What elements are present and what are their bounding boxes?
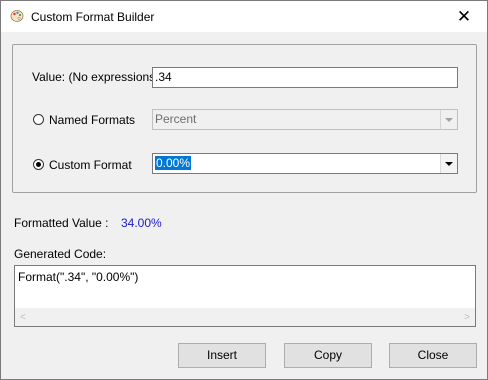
chevron-down-icon <box>445 118 453 122</box>
named-formats-selected: Percent <box>155 112 197 126</box>
value-label: Value: (No expressions) <box>32 70 160 84</box>
insert-button[interactable]: Insert <box>178 343 266 368</box>
named-formats-radio[interactable] <box>33 114 44 125</box>
formatted-value-label: Formatted Value : <box>14 216 109 230</box>
copy-button[interactable]: Copy <box>284 343 372 368</box>
custom-format-dropdown-button[interactable] <box>440 154 457 173</box>
generated-code-text: Format(".34", "0.00%") <box>18 270 139 284</box>
custom-format-label: Custom Format <box>49 158 132 172</box>
custom-format-selected[interactable]: 0.00% <box>155 156 192 170</box>
named-formats-label: Named Formats <box>49 113 136 127</box>
custom-format-builder-window: Custom Format Builder ✕ Value: (No expre… <box>0 0 488 380</box>
horizontal-scrollbar[interactable]: < > <box>15 308 475 326</box>
window-title: Custom Format Builder <box>31 10 155 24</box>
custom-format-dropdown[interactable]: 0.00% <box>152 153 458 174</box>
close-window-button[interactable]: ✕ <box>441 1 487 32</box>
generated-code-textbox[interactable]: Format(".34", "0.00%") < > <box>14 265 476 327</box>
palette-icon <box>10 10 24 22</box>
value-input[interactable]: .34 <box>152 67 458 88</box>
formatted-value: 34.00% <box>121 216 162 230</box>
scroll-right-icon[interactable]: > <box>464 312 470 323</box>
custom-format-radio[interactable] <box>33 159 44 170</box>
chevron-down-icon <box>445 162 453 166</box>
named-formats-dropdown[interactable]: Percent <box>152 109 458 130</box>
generated-code-label: Generated Code: <box>14 247 107 261</box>
named-formats-dropdown-button[interactable] <box>440 110 457 129</box>
title-bar[interactable]: Custom Format Builder ✕ <box>1 1 487 32</box>
scroll-left-icon[interactable]: < <box>20 312 26 323</box>
close-button[interactable]: Close <box>389 343 477 368</box>
